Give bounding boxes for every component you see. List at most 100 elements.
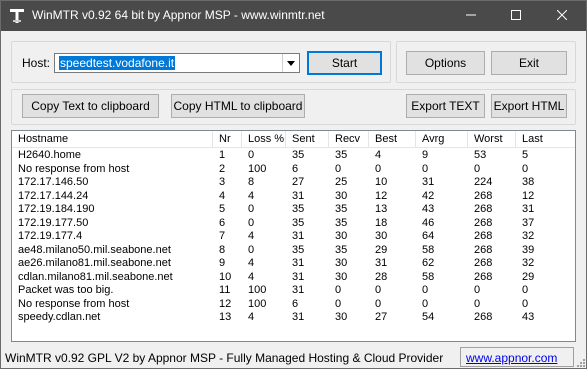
options-button[interactable]: Options <box>406 51 485 75</box>
cell-avrg: 0 <box>422 297 429 310</box>
cell-best: 30 <box>375 230 388 242</box>
cell-hostname: ae26.milano81.mil.seabone.net <box>18 257 171 269</box>
cell-recv: 30 <box>335 230 348 242</box>
column-header-best[interactable]: Best <box>369 131 416 148</box>
table-row[interactable]: ae48.milano50.mil.seabone.net 8 0 35 35 29 58 2… <box>12 244 575 258</box>
table-row[interactable]: ae26.milano81.mil.seabone.net 9 4 31 30 31 62 2… <box>12 257 575 271</box>
cell-worst: 268 <box>474 257 493 269</box>
status-link-pane: www.appnor.com <box>460 347 574 367</box>
close-button[interactable] <box>539 1 585 31</box>
maximize-button[interactable] <box>493 1 539 31</box>
window-title: WinMTR v0.92 64 bit by Appnor MSP - www.… <box>32 8 325 22</box>
options-label: Options <box>424 56 467 70</box>
table-row[interactable]: H2640.home 1 0 35 35 4 9 53 5 <box>12 149 575 163</box>
cell-nr: 6 <box>219 216 226 229</box>
cell-last: 37 <box>522 216 535 229</box>
cell-nr: 1 <box>219 149 226 161</box>
table-row[interactable]: 172.19.177.4 7 4 31 30 30 64 268 32 <box>12 230 575 244</box>
exit-label: Exit <box>518 56 539 70</box>
cell-last: 5 <box>522 149 529 161</box>
cell-worst: 268 <box>474 311 493 323</box>
cell-last: 39 <box>522 243 535 256</box>
cell-loss: 0 <box>248 149 255 161</box>
cell-recv: 30 <box>335 311 348 323</box>
results-table[interactable]: Hostname Nr Loss % Sent Recv Best Avrg W… <box>11 130 576 342</box>
cell-recv: 0 <box>335 297 342 310</box>
table-row[interactable]: No response from host 12 100 6 0 0 0 0 0 <box>12 298 575 312</box>
cell-best: 27 <box>375 311 388 323</box>
cell-sent: 31 <box>292 189 305 202</box>
website-link[interactable]: www.appnor.com <box>466 351 557 365</box>
cell-worst: 53 <box>474 149 487 161</box>
cell-loss: 100 <box>248 162 267 175</box>
cell-best: 0 <box>375 284 382 296</box>
copy-html-button[interactable]: Copy HTML to clipboard <box>171 94 305 118</box>
cell-best: 10 <box>375 176 388 188</box>
cell-avrg: 58 <box>422 243 435 256</box>
table-row[interactable]: cdlan.milano81.mil.seabone.net 10 4 31 30 28 5… <box>12 271 575 285</box>
export-text-button[interactable]: Export TEXT <box>406 94 485 118</box>
column-header-sent[interactable]: Sent <box>286 131 329 148</box>
column-header-avrg[interactable]: Avrg <box>416 131 468 148</box>
cell-sent: 6 <box>292 297 299 310</box>
table-row[interactable]: speedy.cdlan.net 13 4 31 30 27 54 268 43 <box>12 311 575 325</box>
exit-button[interactable]: Exit <box>491 51 567 75</box>
cell-nr: 4 <box>219 189 226 202</box>
cell-sent: 6 <box>292 162 299 175</box>
column-header-worst[interactable]: Worst <box>468 131 516 148</box>
cell-worst: 224 <box>474 176 493 188</box>
cell-nr: 10 <box>219 270 232 283</box>
cell-best: 0 <box>375 162 382 175</box>
title-bar[interactable]: WinMTR v0.92 64 bit by Appnor MSP - www.… <box>1 1 586 31</box>
cell-sent: 35 <box>292 243 305 256</box>
cell-recv: 35 <box>335 216 348 229</box>
start-button[interactable]: Start <box>307 51 382 75</box>
column-header-hostname[interactable]: Hostname <box>12 131 213 148</box>
cell-loss: 0 <box>248 243 255 256</box>
table-row[interactable]: No response from host 2 100 6 0 0 0 0 0 <box>12 163 575 177</box>
cell-worst: 0 <box>474 297 481 310</box>
host-combobox[interactable]: speedtest.vodafone.it <box>54 53 300 73</box>
cell-nr: 9 <box>219 257 226 269</box>
table-body: H2640.home 1 0 35 35 4 9 53 5 No response from ho… <box>12 149 575 325</box>
cell-worst: 268 <box>474 216 493 229</box>
cell-sent: 31 <box>292 257 305 269</box>
table-row[interactable]: 172.17.146.50 3 8 27 25 10 31 224 38 <box>12 176 575 190</box>
close-icon <box>556 9 568 23</box>
cell-best: 0 <box>375 297 382 310</box>
cell-last: 0 <box>522 297 529 310</box>
cell-avrg: 43 <box>422 203 435 215</box>
table-row[interactable]: 172.19.184.190 5 0 35 35 13 43 268 31 <box>12 203 575 217</box>
cell-avrg: 9 <box>422 149 429 161</box>
cell-sent: 27 <box>292 176 305 188</box>
cell-sent: 31 <box>292 230 305 242</box>
minimize-icon <box>466 10 476 23</box>
cell-loss: 0 <box>248 216 255 229</box>
table-row[interactable]: Packet was too big. 11 100 31 0 0 0 0 0 <box>12 284 575 298</box>
cell-hostname: Packet was too big. <box>18 284 114 296</box>
copy-text-button[interactable]: Copy Text to clipboard <box>22 94 159 118</box>
column-header-loss[interactable]: Loss % <box>242 131 286 148</box>
table-row[interactable]: 172.17.144.24 4 4 31 30 12 42 268 12 <box>12 190 575 204</box>
table-row[interactable]: 172.19.177.50 6 0 35 35 18 46 268 37 <box>12 217 575 231</box>
minimize-button[interactable] <box>448 1 494 31</box>
combo-dropdown-button[interactable] <box>282 54 299 72</box>
cell-recv: 0 <box>335 284 342 296</box>
column-header-last[interactable]: Last <box>516 131 575 148</box>
cell-loss: 4 <box>248 311 255 323</box>
cell-best: 28 <box>375 270 388 283</box>
cell-hostname: speedy.cdlan.net <box>18 311 101 323</box>
cell-loss: 0 <box>248 203 255 215</box>
cell-nr: 3 <box>219 176 226 188</box>
cell-loss: 4 <box>248 230 255 242</box>
column-header-recv[interactable]: Recv <box>329 131 369 148</box>
cell-recv: 30 <box>335 257 348 269</box>
cell-last: 31 <box>522 203 535 215</box>
export-html-button[interactable]: Export HTML <box>491 94 567 118</box>
cell-loss: 100 <box>248 297 267 310</box>
host-input[interactable]: speedtest.vodafone.it <box>59 56 176 70</box>
cell-nr: 7 <box>219 230 226 242</box>
column-header-nr[interactable]: Nr <box>213 131 242 148</box>
cell-avrg: 58 <box>422 270 435 283</box>
resize-grip-icon[interactable] <box>575 357 585 367</box>
